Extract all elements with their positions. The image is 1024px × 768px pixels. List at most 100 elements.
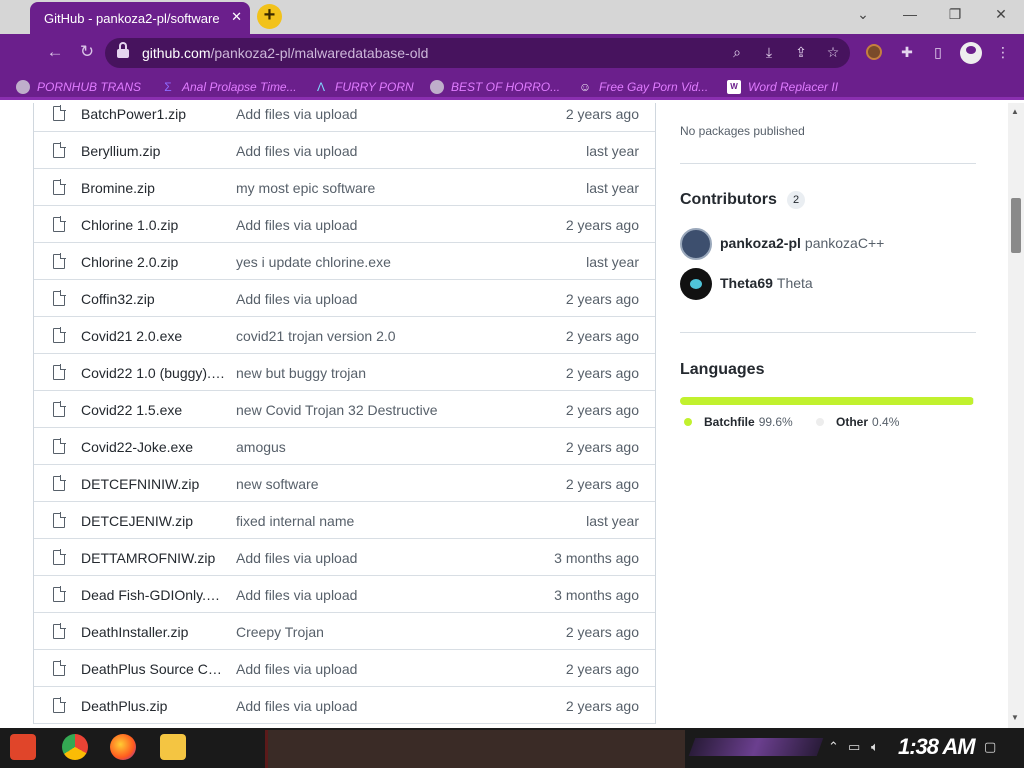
bookmark-item[interactable]: ☺ Free Gay Porn Vid... <box>578 78 708 96</box>
side-panel-icon[interactable]: ▯ <box>929 44 947 62</box>
new-tab-button[interactable]: + <box>257 4 282 29</box>
file-name-link[interactable]: Dead Fish-GDIOnly.exe <box>81 587 226 603</box>
file-row[interactable]: Covid22 1.5.exe new Covid Trojan 32 Destr… <box>34 391 655 428</box>
file-name-link[interactable]: Bromine.zip <box>81 180 226 196</box>
commit-message-link[interactable]: Add files via upload <box>236 698 526 714</box>
file-row[interactable]: Dead Fish-GDIOnly.exe Add files via uploa… <box>34 576 655 613</box>
tab-close-icon[interactable]: ✕ <box>231 9 242 25</box>
bookmark-item[interactable]: Λ FURRY PORN <box>314 78 414 96</box>
file-name-link[interactable]: DeathInstaller.zip <box>81 624 226 640</box>
language-bar-other-segment <box>972 397 974 405</box>
file-row[interactable]: DETTAMROFNIW.zip Add files via upload 3 mo… <box>34 539 655 576</box>
commit-message-link[interactable]: Add files via upload <box>236 106 526 122</box>
page-scrollbar[interactable]: ▲ ▼ <box>1008 103 1024 728</box>
menu-kebab-icon[interactable]: ⋮ <box>994 44 1012 62</box>
language-item[interactable]: Batchfile 99.6% <box>684 415 793 429</box>
file-row[interactable]: Chlorine 2.0.zip yes i update chlorine.ex… <box>34 243 655 280</box>
notifications-icon[interactable]: ▢ <box>984 739 996 755</box>
file-name-link[interactable]: Covid21 2.0.exe <box>81 328 226 344</box>
avatar[interactable] <box>680 268 712 300</box>
commit-message-link[interactable]: Add files via upload <box>236 587 526 603</box>
file-row[interactable]: Coffin32.zip Add files via upload 2 years … <box>34 280 655 317</box>
chrome-icon[interactable] <box>62 734 88 760</box>
contributors-heading[interactable]: Contributors <box>680 191 777 209</box>
firefox-icon[interactable] <box>110 734 136 760</box>
commit-message-link[interactable]: new but buggy trojan <box>236 365 526 381</box>
avatar[interactable] <box>680 228 712 260</box>
minimize-button[interactable]: — <box>895 6 925 22</box>
close-window-button[interactable]: ✕ <box>986 6 1016 23</box>
commit-message-link[interactable]: new Covid Trojan 32 Destructive <box>236 402 526 418</box>
install-app-icon[interactable]: ⤓ <box>760 44 778 61</box>
file-name-link[interactable]: Covid22 1.0 (buggy).e... <box>81 365 226 381</box>
lock-icon[interactable] <box>117 42 129 58</box>
commit-age: 2 years ago <box>565 698 639 714</box>
scroll-down-arrow-icon[interactable]: ▼ <box>1011 713 1019 722</box>
commit-message-link[interactable]: new software <box>236 476 526 492</box>
browser-tab-active[interactable]: GitHub - pankoza2-pl/software ✕ <box>30 2 250 34</box>
file-row[interactable]: Covid21 2.0.exe covid21 trojan version 2.… <box>34 317 655 354</box>
file-name-link[interactable]: DeathPlus Source Co... <box>81 661 226 677</box>
file-name-link[interactable]: Chlorine 1.0.zip <box>81 217 226 233</box>
file-row[interactable]: Covid22-Joke.exe amogus 2 years ago <box>34 428 655 465</box>
contributor-item[interactable]: pankoza2-pl pankozaC++ <box>680 228 976 260</box>
tray-chevron-icon[interactable]: ⌃ <box>828 739 839 755</box>
file-explorer-icon[interactable] <box>160 734 186 760</box>
file-row[interactable]: DETCEJENIW.zip fixed internal name last ye… <box>34 502 655 539</box>
file-name-link[interactable]: Covid22 1.5.exe <box>81 402 226 418</box>
language-item[interactable]: Other 0.4% <box>816 415 899 429</box>
search-icon[interactable]: ⌕ <box>728 44 746 61</box>
volume-icon[interactable]: 🔈︎ <box>871 739 879 755</box>
file-row[interactable]: Beryllium.zip Add files via upload last ye… <box>34 132 655 169</box>
extension-avatar-icon[interactable] <box>866 44 882 60</box>
reload-button[interactable]: ↻ <box>76 42 98 62</box>
commit-message-link[interactable]: Add files via upload <box>236 291 526 307</box>
tab-search-dropdown-icon[interactable]: ⌄ <box>848 6 878 23</box>
commit-message-link[interactable]: Creepy Trojan <box>236 624 526 640</box>
file-row[interactable]: DETCEFNINIW.zip new software 2 years ago <box>34 465 655 502</box>
network-icon[interactable]: ▭ <box>848 739 860 755</box>
file-row[interactable]: DeathInstaller.zip Creepy Trojan 2 years a… <box>34 613 655 650</box>
bookmark-item[interactable]: W Word Replacer II <box>727 78 838 96</box>
restore-button[interactable]: ❐ <box>940 6 970 23</box>
file-name-link[interactable]: DETTAMROFNIW.zip <box>81 550 226 566</box>
file-row[interactable]: DeathPlus Source Co... Add files via uplo… <box>34 650 655 687</box>
commit-message-link[interactable]: amogus <box>236 439 526 455</box>
commit-age: 2 years ago <box>565 402 639 418</box>
start-menu-icon[interactable] <box>10 734 36 760</box>
file-row[interactable]: Covid22 1.0 (buggy).e... new but buggy tr… <box>34 354 655 391</box>
file-name-link[interactable]: Chlorine 2.0.zip <box>81 254 226 270</box>
file-row[interactable]: BatchPower1.zip Add files via upload 2 yea… <box>34 103 655 132</box>
share-icon[interactable]: ⇪ <box>792 44 810 61</box>
file-name-link[interactable]: DETCEFNINIW.zip <box>81 476 226 492</box>
file-name-link[interactable]: Covid22-Joke.exe <box>81 439 226 455</box>
scroll-up-arrow-icon[interactable]: ▲ <box>1011 107 1019 116</box>
commit-message-link[interactable]: Add files via upload <box>236 143 526 159</box>
file-name-link[interactable]: DETCEJENIW.zip <box>81 513 226 529</box>
back-button[interactable]: ← <box>44 42 66 62</box>
file-row[interactable]: DeathPlus.zip Add files via upload 2 years… <box>34 687 655 724</box>
scrollbar-thumb[interactable] <box>1011 198 1021 253</box>
commit-message-link[interactable]: Add files via upload <box>236 550 526 566</box>
commit-message-link[interactable]: Add files via upload <box>236 661 526 677</box>
contributor-item[interactable]: Theta69 Theta <box>680 268 976 300</box>
file-name-link[interactable]: DeathPlus.zip <box>81 698 226 714</box>
commit-message-link[interactable]: fixed internal name <box>236 513 526 529</box>
taskbar-clock[interactable]: 1:38 AM <box>898 734 976 760</box>
file-row[interactable]: Chlorine 1.0.zip Add files via upload 2 ye… <box>34 206 655 243</box>
profile-avatar-icon[interactable] <box>960 42 982 64</box>
file-name-link[interactable]: BatchPower1.zip <box>81 106 226 122</box>
commit-message-link[interactable]: covid21 trojan version 2.0 <box>236 328 526 344</box>
bookmark-item[interactable]: Σ Anal Prolapse Time... <box>161 78 296 96</box>
bookmark-item[interactable]: PORNHUB TRANS <box>16 78 141 96</box>
address-bar[interactable]: github.com/pankoza2-pl/malwaredatabase-o… <box>105 38 850 68</box>
file-name-link[interactable]: Beryllium.zip <box>81 143 226 159</box>
commit-message-link[interactable]: yes i update chlorine.exe <box>236 254 526 270</box>
file-name-link[interactable]: Coffin32.zip <box>81 291 226 307</box>
bookmark-item[interactable]: BEST OF HORRO... <box>430 78 560 96</box>
extensions-puzzle-icon[interactable]: ✚ <box>898 44 916 62</box>
commit-message-link[interactable]: my most epic software <box>236 180 526 196</box>
file-row[interactable]: Bromine.zip my most epic software last yea… <box>34 169 655 206</box>
bookmark-star-icon[interactable]: ☆ <box>824 44 842 61</box>
commit-message-link[interactable]: Add files via upload <box>236 217 526 233</box>
